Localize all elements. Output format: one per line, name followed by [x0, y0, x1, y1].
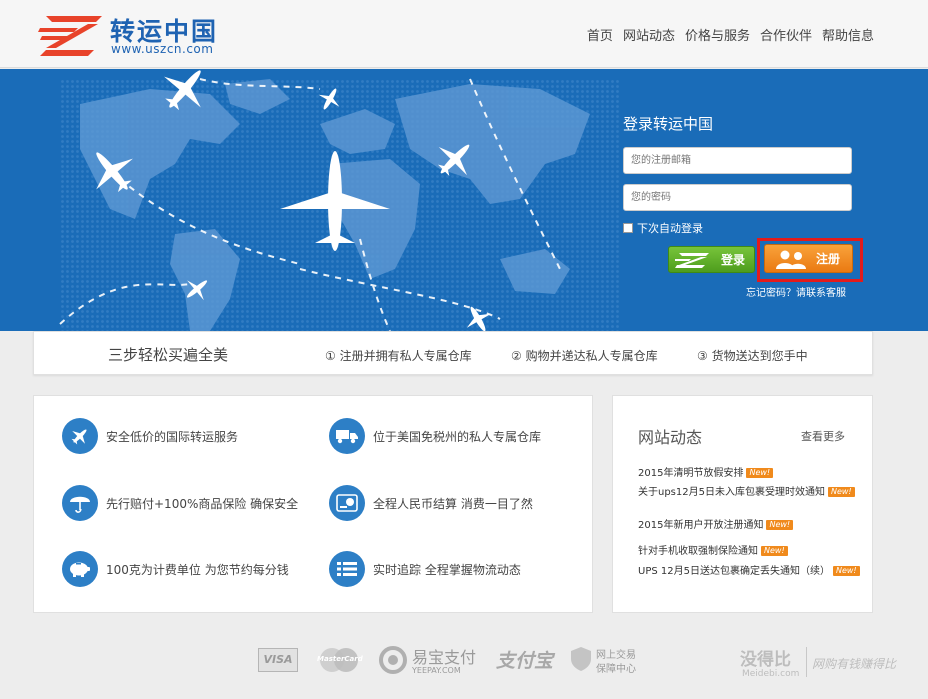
trust-center-logo: 网上交易 保障中心 — [570, 646, 660, 676]
step-3: ③ 货物送达到您手中 — [697, 349, 808, 363]
news-item-text: 2015年新用户开放注册通知 — [638, 520, 764, 531]
feature-text: 100克为计费单位 为您节约每分钱 — [106, 562, 289, 577]
feature-text: 全程人民币结算 消费一目了然 — [373, 496, 533, 511]
new-badge: New! — [746, 468, 774, 478]
feature-text: 实时追踪 全程掌握物流动态 — [373, 562, 521, 577]
rmb-card-icon — [329, 485, 365, 521]
new-badge: New! — [827, 487, 855, 497]
steps-title: 三步轻松买遍全美 — [108, 346, 229, 364]
password-input[interactable] — [623, 184, 852, 211]
trust-line-2: 保障中心 — [596, 664, 636, 675]
umbrella-icon — [62, 485, 98, 521]
users-icon — [776, 250, 806, 269]
remember-login[interactable]: 下次自动登录 — [623, 220, 703, 236]
news-item-text: 2015年清明节放假安排 — [638, 468, 744, 479]
mastercard-text: MasterCard — [317, 655, 363, 663]
truck-icon — [329, 418, 365, 454]
logo-z-icon — [38, 16, 102, 56]
news-more-link[interactable]: 查看更多 — [801, 428, 845, 444]
feature-item: 安全低价的国际转运服务 — [62, 418, 238, 454]
news-item[interactable]: 关于ups12月5日未入库包裹受理时效通知 New! — [638, 486, 863, 499]
new-badge: New! — [761, 546, 788, 556]
register-button[interactable]: 注册 — [764, 244, 853, 273]
yeepay-cn-text: 易宝支付 — [412, 648, 477, 667]
feature-text: 先行赔付+100%商品保险 确保安全 — [106, 496, 299, 511]
login-panel: 登录转运中国 下次自动登录 登录 注册 忘记密码？请 — [623, 113, 863, 299]
feature-item: 全程人民币结算 消费一目了然 — [329, 485, 533, 521]
news-title: 网站动态 — [638, 428, 703, 447]
trust-line-1: 网上交易 — [596, 650, 636, 661]
login-title: 登录转运中国 — [623, 115, 714, 133]
feature-item: 先行赔付+100%商品保险 确保安全 — [62, 485, 298, 521]
remember-label: 下次自动登录 — [637, 222, 703, 235]
watermark-slogan: 网购有钱赚得比 — [812, 657, 897, 671]
feature-item: 实时追踪 全程掌握物流动态 — [329, 551, 521, 587]
login-button[interactable]: 登录 — [668, 246, 755, 273]
shield-icon — [571, 647, 591, 671]
watermark-url: Meidebi.com — [742, 669, 800, 679]
news-item[interactable]: 2015年清明节放假安排 New! — [638, 467, 863, 480]
nav-news[interactable]: 网站动态 — [623, 25, 675, 44]
piggy-bank-icon — [62, 551, 98, 587]
logo-url-text: www.uszcn.com — [111, 42, 214, 56]
nav-help[interactable]: 帮助信息 — [822, 25, 874, 44]
yeepay-logo: 易宝支付 YEEPAY.COM — [378, 642, 488, 678]
yeepay-swirl-icon — [379, 646, 407, 674]
z-logo-icon — [675, 253, 709, 268]
news-card: 网站动态 查看更多 2015年清明节放假安排 New! 关于ups12月5日未入库… — [612, 395, 873, 613]
hero-banner: 登录转运中国 下次自动登录 登录 注册 忘记密码？请 — [0, 69, 928, 331]
remember-checkbox[interactable] — [623, 223, 633, 233]
feature-text: 安全低价的国际转运服务 — [106, 429, 239, 444]
news-item-text: 关于ups12月5日未入库包裹受理时效通知 — [638, 487, 825, 498]
watermark-divider — [806, 647, 807, 677]
alipay-logo: 支付宝 — [496, 650, 554, 672]
feature-item: 100克为计费单位 为您节约每分钱 — [62, 551, 289, 587]
features-card: 安全低价的国际转运服务 位于美国免税州的私人专属仓库 先行赔付+100%商品保险… — [33, 395, 593, 613]
airplane-icon — [62, 418, 98, 454]
feature-text: 位于美国免税州的私人专属仓库 — [373, 429, 542, 444]
main-nav: 首页 网站动态 价格与服务 合作伙伴 帮助信息 — [587, 25, 874, 44]
site-header: 转运中国 www.uszcn.com 首页 网站动态 价格与服务 合作伙伴 帮助… — [0, 0, 928, 68]
nav-pricing[interactable]: 价格与服务 — [685, 25, 750, 44]
new-badge: New! — [832, 566, 860, 576]
forgot-password-link[interactable]: 忘记密码？请联系客服 — [746, 284, 846, 299]
news-item[interactable]: 2015年新用户开放注册通知 New! — [638, 519, 863, 532]
nav-partners[interactable]: 合作伙伴 — [760, 25, 812, 44]
news-item-text: UPS 12月5日送达包裹确定丢失通知（续） — [638, 566, 830, 577]
register-button-label: 注册 — [815, 252, 840, 266]
login-button-label: 登录 — [720, 253, 745, 267]
feature-item: 位于美国免税州的私人专属仓库 — [329, 418, 541, 454]
yeepay-en-text: YEEPAY.COM — [412, 666, 461, 675]
step-1: ① 注册并拥有私人专属仓库 — [325, 349, 472, 363]
visa-logo: VISA — [258, 648, 298, 672]
news-item-text: 针对手机收取强制保险通知 — [638, 546, 758, 557]
news-item[interactable]: 针对手机收取强制保险通知 New! — [638, 545, 863, 558]
mastercard-logo: MasterCard — [316, 646, 363, 674]
new-badge: New! — [766, 520, 794, 530]
news-item[interactable]: UPS 12月5日送达包裹确定丢失通知（续） New! — [638, 565, 863, 578]
site-logo[interactable]: 转运中国 www.uszcn.com — [38, 12, 238, 58]
payment-logos: VISA MasterCard 易宝支付 YEEPAY.COM 支付宝 网上交易… — [258, 640, 678, 680]
watermark-brand: 没得比 — [740, 650, 791, 670]
list-icon — [329, 551, 365, 587]
email-input[interactable] — [623, 147, 852, 174]
steps-bar: 三步轻松买遍全美 ① 注册并拥有私人专属仓库 ② 购物并递达私人专属仓库 ③ 货… — [33, 331, 873, 375]
step-2: ② 购物并递达私人专属仓库 — [511, 349, 658, 363]
nav-home[interactable]: 首页 — [587, 25, 613, 44]
